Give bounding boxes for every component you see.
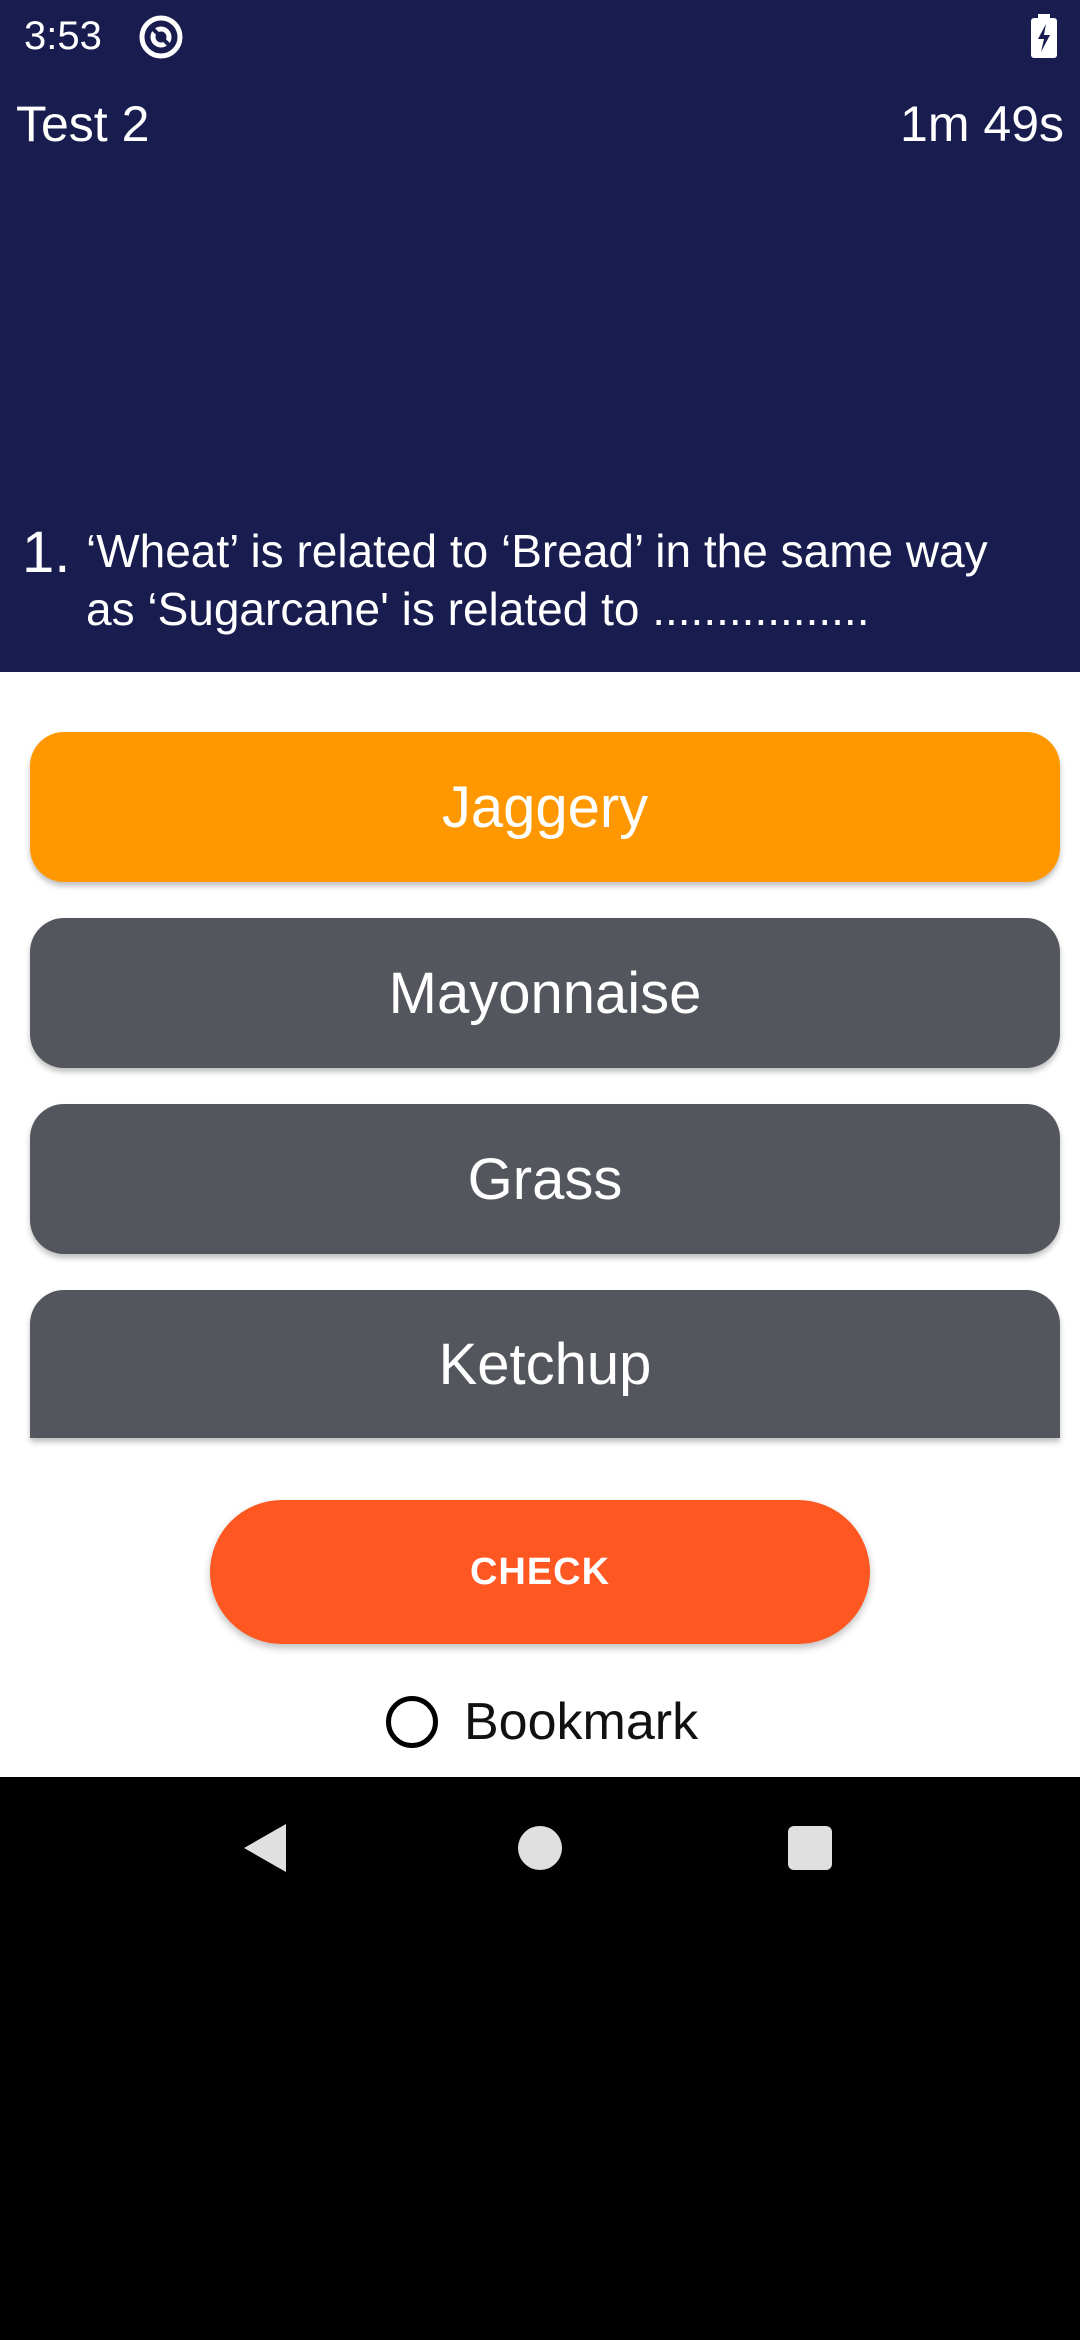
at-sign-icon: [139, 15, 183, 59]
screen: 3:53 Test 2 1m 49s 1. ‘Wheat’ is related…: [0, 0, 1080, 2340]
header: 3:53 Test 2 1m 49s 1. ‘Wheat’ is related…: [0, 0, 1080, 672]
option-2[interactable]: Mayonnaise: [30, 918, 1060, 1068]
option-label: Mayonnaise: [388, 960, 702, 1026]
option-label: Ketchup: [438, 1331, 652, 1397]
test-title: Test 2: [16, 96, 150, 152]
options-area: Jaggery Mayonnaise Grass Ketchup CHECK B…: [0, 672, 1080, 1777]
bookmark-toggle[interactable]: Bookmark: [386, 1692, 698, 1752]
option-1[interactable]: Jaggery: [30, 732, 1060, 882]
option-label: Grass: [467, 1146, 623, 1212]
timer: 1m 49s: [900, 96, 1064, 152]
check-button-label: CHECK: [469, 1550, 611, 1593]
status-time: 3:53: [24, 14, 102, 58]
home-icon[interactable]: [518, 1826, 562, 1870]
question-text: ‘Wheat’ is related to ‘Bread’ in the sam…: [86, 525, 988, 635]
back-icon[interactable]: [240, 1820, 290, 1876]
question-number: 1.: [22, 520, 71, 585]
battery-charging-icon: [1031, 14, 1057, 58]
option-4[interactable]: Ketchup: [30, 1290, 1060, 1438]
option-label: Jaggery: [441, 774, 649, 840]
check-button[interactable]: CHECK: [210, 1500, 870, 1644]
option-3[interactable]: Grass: [30, 1104, 1060, 1254]
radio-unchecked-icon[interactable]: [386, 1696, 438, 1748]
recents-icon[interactable]: [788, 1826, 832, 1870]
bookmark-label: Bookmark: [464, 1693, 699, 1751]
